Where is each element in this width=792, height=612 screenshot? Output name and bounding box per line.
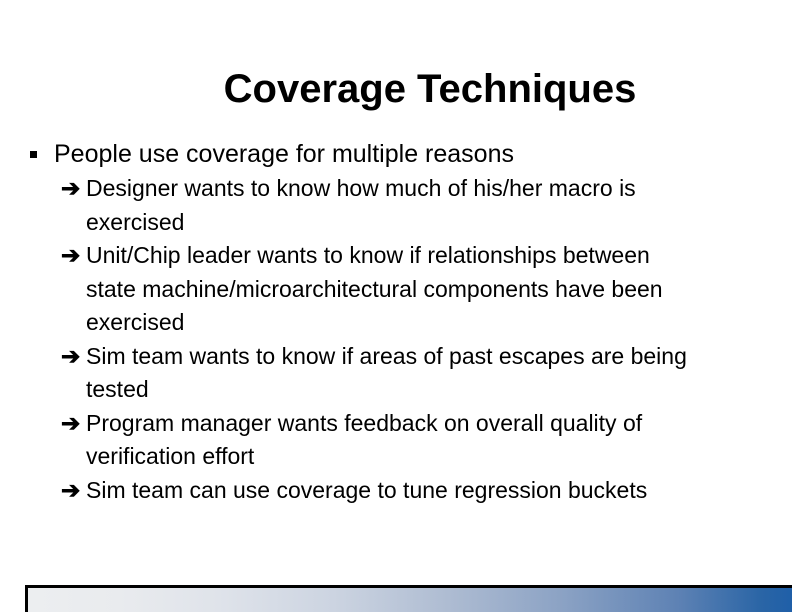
list-item-level2: ➔ Sim team wants to know if areas of pas…	[26, 340, 792, 374]
list-item-level2-label: Sim team wants to know if areas of past …	[86, 342, 687, 369]
list-item-level2: ➔ Sim team can use coverage to tune regr…	[26, 474, 792, 508]
sub-bullet-list: ➔ Designer wants to know how much of his…	[26, 172, 792, 507]
square-bullet-icon	[30, 151, 37, 158]
list-item-level1-label: People use coverage for multiple reasons	[54, 140, 514, 168]
list-item-level2-continuation: exercised	[86, 208, 185, 235]
page-title: Coverage Techniques	[223, 67, 637, 111]
arrow-bullet-icon: ➔	[61, 342, 81, 369]
gradient-accent-bar	[25, 585, 792, 612]
list-item-level1: People use coverage for multiple reasons	[26, 138, 792, 171]
list-item-level2: ➔ Designer wants to know how much of his…	[26, 172, 792, 206]
list-item-level2-label: Sim team can use coverage to tune regres…	[86, 476, 648, 503]
list-item-level2-label: Unit/Chip leader wants to know if relati…	[86, 242, 650, 268]
arrow-bullet-icon: ➔	[61, 409, 81, 436]
bullet-list: People use coverage for multiple reasons…	[26, 138, 792, 507]
list-item-level2-continuation: exercised	[86, 309, 185, 335]
arrow-bullet-icon: ➔	[61, 175, 81, 201]
slide: Coverage Techniques People use coverage …	[0, 0, 792, 612]
list-item-level2-continuation: state machine/microarchitectural compone…	[86, 275, 663, 302]
arrow-bullet-icon: ➔	[61, 242, 81, 268]
list-item-level2-continuation: verification effort	[86, 443, 255, 469]
list-item-level2-continuation: tested	[86, 376, 149, 402]
arrow-bullet-icon: ➔	[61, 476, 81, 503]
list-item-level2: ➔ Unit/Chip leader wants to know if rela…	[26, 239, 792, 273]
list-item-level2: ➔ Program manager wants feedback on over…	[26, 407, 792, 441]
list-item-level2-label: Program manager wants feedback on overal…	[86, 409, 643, 436]
list-item-level2-label: Designer wants to know how much of his/h…	[86, 175, 636, 201]
